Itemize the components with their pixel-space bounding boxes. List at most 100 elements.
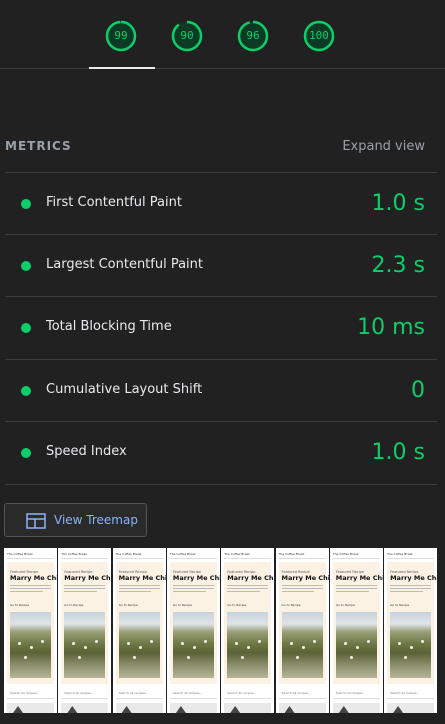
filmstrip-frame: The Coffee Break Featured Recipe Marry Me … <box>4 548 58 713</box>
score-gauges: 99 90 96 100 <box>0 0 445 69</box>
frame-search-text: Search all recipes... <box>64 691 94 695</box>
score-value: 90 <box>180 29 194 42</box>
filmstrip-frame: The Coffee Break Featured Recipe Marry Me … <box>275 548 330 713</box>
frame-photo <box>10 612 51 678</box>
pass-indicator-icon <box>21 323 31 333</box>
frame-photo <box>172 612 214 678</box>
filmstrip: The Coffee Break Featured Recipe Marry Me … <box>4 548 445 718</box>
metrics-divider <box>5 484 437 485</box>
frame-title: Marry Me Chicken <box>118 574 167 582</box>
metric-label: Cumulative Layout Shift <box>46 382 203 397</box>
filmstrip-frame: The Coffee Break Featured Recipe Marry Me … <box>112 548 167 713</box>
frame-search-text: Search all recipes... <box>227 691 257 695</box>
frame-search-text: Search all recipes... <box>118 691 148 695</box>
metric-label: Largest Contentful Paint <box>46 257 204 272</box>
active-tab-indicator <box>89 67 155 69</box>
filmstrip-frame: The Coffee Break Featured Recipe Marry Me … <box>221 548 276 713</box>
metric-value: 2.3 s <box>371 253 425 278</box>
frame-title: Marry Me Chicken <box>172 574 221 582</box>
frame-description <box>281 585 323 595</box>
frame-title: Marry Me Chicken <box>10 574 58 582</box>
frame-divider <box>224 558 272 559</box>
score-gauge[interactable]: 100 <box>303 20 335 52</box>
metric-row-fcp: First Contentful Paint 1.0 s <box>5 172 437 235</box>
pass-indicator-icon <box>21 199 31 209</box>
expand-view-toggle[interactable]: Expand view <box>342 139 425 154</box>
metric-row-si: Speed Index 1.0 s <box>5 421 437 484</box>
score-value: 96 <box>246 29 260 42</box>
frame-description <box>10 585 51 595</box>
frame-title: Marry Me Chicken <box>390 574 439 582</box>
metric-value: 1.0 s <box>371 191 425 216</box>
metric-label: Total Blocking Time <box>46 319 172 334</box>
frame-brand: The Coffee Break <box>224 552 251 556</box>
pass-indicator-icon <box>21 448 31 458</box>
frame-photo <box>335 612 377 678</box>
frame-search-text: Search all recipes... <box>335 691 366 695</box>
metrics-title: METRICS <box>5 139 72 153</box>
metric-value: 0 <box>411 378 425 403</box>
frame-photo <box>390 612 432 678</box>
frame-jump-link: Go to Recipe <box>172 603 192 607</box>
metric-label: Speed Index <box>46 444 127 459</box>
frame-jump-link: Go to Recipe <box>281 603 301 607</box>
filmstrip-frame: The Coffee Break Featured Recipe Marry Me … <box>329 548 384 713</box>
frame-search-text: Search all recipes... <box>10 691 40 695</box>
frame-bottom-image <box>332 703 380 713</box>
frame-search-text: Search all recipes... <box>281 691 311 695</box>
pass-indicator-icon <box>21 386 31 396</box>
pass-indicator-icon <box>21 261 31 271</box>
frame-bottom-image <box>169 703 217 713</box>
filmstrip-frame: The Coffee Break Featured Recipe Marry Me … <box>58 548 113 713</box>
frame-divider <box>169 558 217 559</box>
frame-jump-link: Go to Recipe <box>227 603 247 607</box>
frame-brand: The Coffee Break <box>332 552 359 556</box>
frame-description <box>172 585 214 595</box>
frame-bottom-image <box>278 703 326 713</box>
frame-divider <box>387 558 435 559</box>
frame-photo <box>118 612 160 678</box>
frame-divider <box>61 558 109 559</box>
metrics-header: METRICS Expand view <box>5 139 425 157</box>
score-gauge[interactable]: 99 <box>105 20 137 52</box>
frame-description <box>390 585 432 595</box>
frame-description <box>335 585 377 595</box>
frame-search-text: Search all recipes... <box>390 691 420 695</box>
metric-value: 10 ms <box>357 315 425 340</box>
score-gauge[interactable]: 90 <box>171 20 203 52</box>
frame-brand: The Coffee Break <box>115 552 142 556</box>
frame-title: Marry Me Chicken <box>335 574 384 582</box>
metric-row-cls: Cumulative Layout Shift 0 <box>5 359 437 422</box>
frame-description <box>118 585 160 595</box>
score-value: 99 <box>114 29 128 42</box>
frame-title: Marry Me Chicken <box>64 574 113 582</box>
frame-jump-link: Go to Recipe <box>118 603 138 607</box>
frame-photo <box>281 612 323 678</box>
frame-jump-link: Go to Recipe <box>390 603 410 607</box>
treemap-icon <box>26 513 46 529</box>
frame-bottom-image <box>115 703 163 713</box>
frame-brand: The Coffee Break <box>7 552 33 556</box>
frame-brand: The Coffee Break <box>61 552 88 556</box>
frame-title: Marry Me Chicken <box>227 574 276 582</box>
frame-divider <box>332 558 380 559</box>
frame-photo <box>64 612 106 678</box>
frame-brand: The Coffee Break <box>169 552 196 556</box>
frame-brand: The Coffee Break <box>387 552 413 556</box>
frame-bottom-image <box>387 703 435 713</box>
metric-value: 1.0 s <box>371 440 425 465</box>
score-gauge[interactable]: 96 <box>237 20 269 52</box>
filmstrip-frame: The Coffee Break Featured Recipe Marry Me … <box>166 548 221 713</box>
frame-description <box>64 585 106 595</box>
frame-bottom-image <box>61 703 109 713</box>
score-value: 100 <box>309 29 329 42</box>
view-treemap-button[interactable]: View Treemap <box>4 503 147 537</box>
frame-jump-link: Go to Recipe <box>10 603 30 607</box>
frame-search-text: Search all recipes... <box>172 691 203 695</box>
frame-jump-link: Go to Recipe <box>64 603 84 607</box>
metric-label: First Contentful Paint <box>46 195 182 210</box>
filmstrip-frame: The Coffee Break Featured Recipe Marry Me … <box>384 548 439 713</box>
metric-row-tbt: Total Blocking Time 10 ms <box>5 296 437 359</box>
metric-row-lcp: Largest Contentful Paint 2.3 s <box>5 234 437 297</box>
frame-brand: The Coffee Break <box>278 552 305 556</box>
